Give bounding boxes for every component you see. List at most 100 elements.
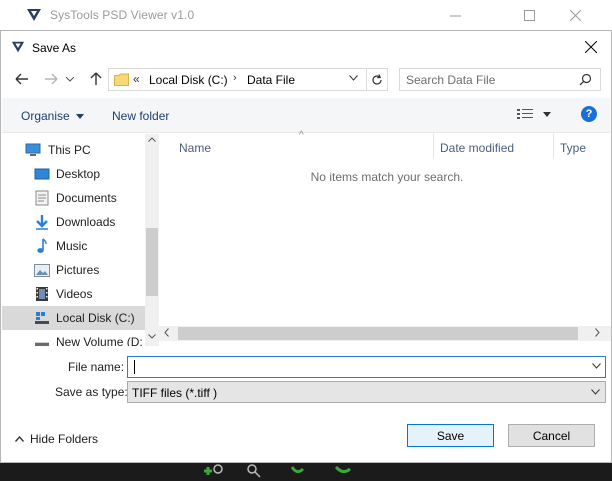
file-name-input[interactable]: [132, 359, 582, 375]
chevron-down-icon[interactable]: [592, 363, 601, 369]
app-titlebar: SysTools PSD Viewer v1.0: [0, 0, 612, 30]
caret-down-icon: [543, 111, 551, 117]
nav-item-label: Desktop: [56, 167, 101, 181]
minimize-button[interactable]: [432, 0, 478, 30]
save-as-type-label: Save as type:: [55, 385, 128, 399]
folder-icon: [114, 73, 129, 86]
hide-folders-button[interactable]: Hide Folders: [15, 432, 98, 446]
nav-item-pictures[interactable]: Pictures: [2, 258, 145, 282]
dialog-close-button[interactable]: [571, 31, 611, 62]
nav-scroll-thumb[interactable]: [146, 228, 158, 296]
app-close-button[interactable]: [552, 0, 598, 30]
app-toolbar-icons: [204, 464, 351, 478]
breadcrumb-local-disk[interactable]: Local Disk (C:): [149, 73, 228, 87]
nav-item-this-pc[interactable]: This PC: [2, 138, 145, 162]
nav-item-downloads[interactable]: Downloads: [2, 210, 145, 234]
breadcrumb-separator-icon[interactable]: ›: [233, 72, 237, 84]
column-divider[interactable]: [433, 134, 434, 158]
refresh-icon: [372, 73, 382, 85]
scroll-up-icon[interactable]: [148, 137, 156, 142]
nav-item-label: Videos: [56, 287, 93, 301]
back-button[interactable]: [11, 69, 33, 89]
nav-item-documents[interactable]: Documents: [2, 186, 145, 210]
nav-item-label: Downloads: [56, 215, 116, 229]
navigation-pane: This PC Desktop Documents Downloads Musi…: [2, 134, 159, 346]
up-button[interactable]: [85, 69, 107, 89]
pictures-icon: [34, 262, 50, 278]
systools-logo-icon: [27, 9, 41, 21]
nav-pane-scrollbar[interactable]: [145, 134, 159, 346]
drive-icon: [34, 334, 50, 346]
desktop-icon: [34, 166, 50, 182]
file-list: ^ Name Date modified Type No items match…: [159, 130, 611, 346]
help-button[interactable]: ?: [581, 106, 597, 122]
scroll-right-icon[interactable]: [595, 328, 600, 337]
nav-item-music[interactable]: Music: [2, 234, 145, 258]
nav-item-label: Music: [56, 239, 88, 253]
dialog-titlebar: Save As: [1, 31, 611, 62]
recent-locations-button[interactable]: [64, 69, 76, 89]
new-folder-button[interactable]: New folder: [112, 109, 169, 123]
nav-item-label: Documents: [56, 191, 117, 205]
nav-item-new-volume-d[interactable]: New Volume (D:: [2, 330, 145, 346]
videos-icon: [34, 286, 50, 302]
save-as-type-value: TIFF files (*.tiff ): [132, 386, 218, 400]
close-icon: [585, 40, 597, 53]
address-bar[interactable]: « Local Disk (C:) › Data File: [108, 68, 388, 91]
arrow-up-icon: [90, 72, 102, 85]
hide-folders-label: Hide Folders: [30, 432, 99, 446]
hscroll-thumb[interactable]: [178, 327, 578, 340]
save-button[interactable]: Save: [407, 424, 494, 447]
search-box[interactable]: [399, 68, 601, 91]
nav-item-local-disk-c[interactable]: Local Disk (C:): [2, 306, 145, 330]
app-background-toolbar: [0, 463, 612, 481]
chevron-down-icon: [66, 76, 74, 82]
this-pc-icon: [25, 142, 41, 158]
file-name-label: File name:: [68, 360, 125, 374]
change-view-button[interactable]: [517, 108, 551, 120]
maximize-icon: [523, 9, 535, 21]
text-cursor: [134, 360, 135, 374]
nav-item-label: Pictures: [56, 263, 100, 277]
organise-label: Organise: [21, 109, 70, 123]
save-as-type-select[interactable]: TIFF files (*.tiff ): [127, 381, 606, 403]
music-icon: [34, 238, 50, 254]
column-header-date-modified[interactable]: Date modified: [440, 141, 514, 165]
refresh-button[interactable]: [366, 68, 388, 91]
cancel-button[interactable]: Cancel: [508, 424, 595, 447]
details-view-icon: [517, 109, 533, 119]
scroll-left-icon[interactable]: [164, 328, 169, 337]
chevron-down-icon[interactable]: [349, 75, 358, 81]
column-header-name[interactable]: Name: [179, 141, 211, 165]
documents-icon: [34, 190, 50, 206]
chevron-up-icon: [15, 436, 24, 442]
app-title: SysTools PSD Viewer v1.0: [50, 8, 195, 22]
file-name-combo[interactable]: [127, 356, 606, 378]
scroll-down-icon[interactable]: [148, 334, 156, 339]
drive-icon: [34, 310, 50, 326]
search-icon[interactable]: [579, 73, 592, 86]
address-overflow[interactable]: «: [133, 72, 140, 86]
column-header-type[interactable]: Type: [560, 141, 586, 165]
nav-item-label: Local Disk (C:): [56, 311, 135, 325]
breadcrumb-data-file[interactable]: Data File: [247, 73, 295, 87]
search-input[interactable]: [406, 72, 571, 88]
nav-item-label: New Volume (D:: [56, 335, 143, 346]
forward-button[interactable]: [40, 69, 62, 89]
caret-down-icon: [75, 113, 84, 119]
sort-ascending-icon: ^: [299, 130, 304, 141]
systools-logo-icon: [11, 41, 25, 53]
save-as-dialog: Save As « Local Disk (C:) › Data File Se…: [0, 30, 612, 463]
chevron-down-icon: [591, 389, 600, 395]
dialog-title: Save As: [32, 41, 77, 55]
file-list-hscrollbar[interactable]: [159, 326, 611, 341]
column-divider[interactable]: [553, 134, 554, 158]
arrow-right-icon: [45, 73, 58, 85]
nav-item-videos[interactable]: Videos: [2, 282, 145, 306]
close-icon: [569, 9, 581, 21]
empty-list-message: No items match your search.: [310, 170, 464, 184]
nav-item-desktop[interactable]: Desktop: [2, 162, 145, 186]
organise-button[interactable]: Organise: [21, 109, 84, 123]
maximize-button[interactable]: [506, 0, 552, 30]
nav-item-label: This PC: [48, 143, 91, 157]
